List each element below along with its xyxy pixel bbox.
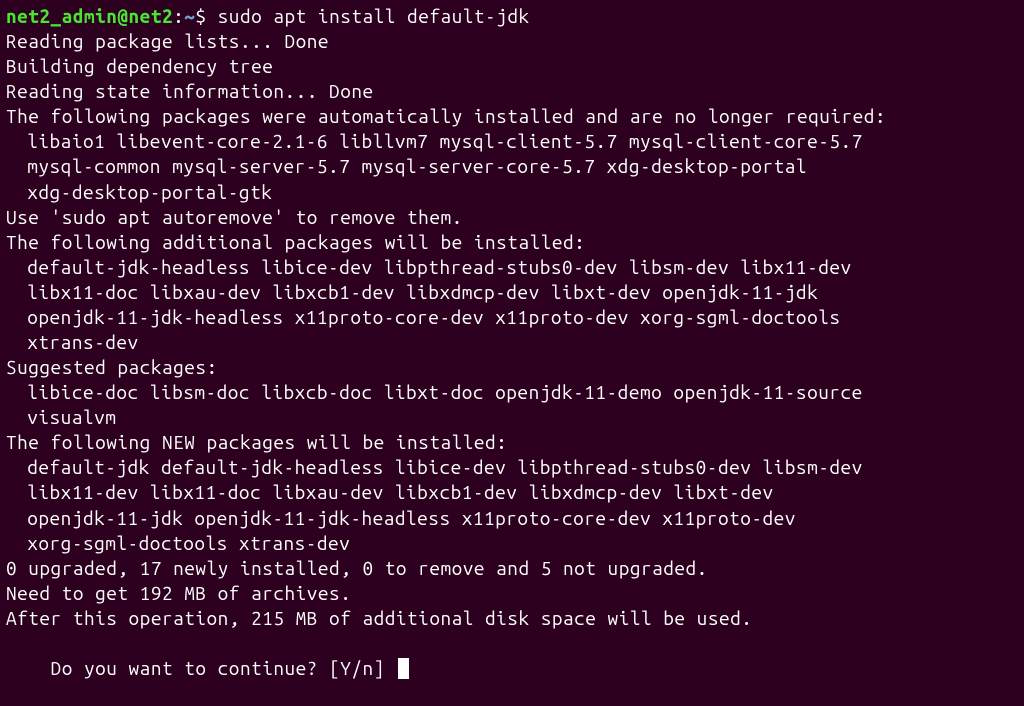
prompt-line: net2_admin@net2:~$ sudo apt install defa… <box>6 4 1018 29</box>
output-line: openjdk-11-jdk-headless x11proto-core-de… <box>6 305 1018 330</box>
output-line: libice-doc libsm-doc libxcb-doc libxt-do… <box>6 380 1018 405</box>
output-line: default-jdk-headless libice-dev libpthre… <box>6 255 1018 280</box>
entered-command: sudo apt install default-jdk <box>218 5 530 27</box>
output-line: openjdk-11-jdk openjdk-11-jdk-headless x… <box>6 506 1018 531</box>
prompt-separator: : <box>173 5 184 27</box>
output-line: The following additional packages will b… <box>6 230 1018 255</box>
cursor-icon <box>398 658 409 679</box>
output-line: Use 'sudo apt autoremove' to remove them… <box>6 205 1018 230</box>
output-line: default-jdk default-jdk-headless libice-… <box>6 455 1018 480</box>
output-line: libx11-dev libx11-doc libxau-dev libxcb1… <box>6 480 1018 505</box>
output-line: Suggested packages: <box>6 355 1018 380</box>
output-line: The following NEW packages will be insta… <box>6 430 1018 455</box>
output-line: xtrans-dev <box>6 330 1018 355</box>
output-line: xdg-desktop-portal-gtk <box>6 180 1018 205</box>
prompt-user-host: net2_admin@net2 <box>6 5 173 27</box>
output-line: After this operation, 215 MB of addition… <box>6 606 1018 631</box>
continue-prompt-text: Do you want to continue? [Y/n] <box>51 657 396 679</box>
output-line: Need to get 192 MB of archives. <box>6 581 1018 606</box>
output-line: Building dependency tree <box>6 54 1018 79</box>
prompt-path: ~ <box>184 5 195 27</box>
prompt-sigil: $ <box>195 5 217 27</box>
output-line: Reading state information... Done <box>6 79 1018 104</box>
output-line: mysql-common mysql-server-5.7 mysql-serv… <box>6 154 1018 179</box>
terminal-window[interactable]: net2_admin@net2:~$ sudo apt install defa… <box>6 4 1018 655</box>
output-line: The following packages were automaticall… <box>6 104 1018 129</box>
output-line: Reading package lists... Done <box>6 29 1018 54</box>
output-line: libaio1 libevent-core-2.1-6 libllvm7 mys… <box>6 129 1018 154</box>
continue-prompt-line[interactable]: Do you want to continue? [Y/n] <box>6 631 1018 706</box>
output-line: visualvm <box>6 405 1018 430</box>
output-line: xorg-sgml-doctools xtrans-dev <box>6 531 1018 556</box>
output-line: libx11-doc libxau-dev libxcb1-dev libxdm… <box>6 280 1018 305</box>
output-line: 0 upgraded, 17 newly installed, 0 to rem… <box>6 556 1018 581</box>
